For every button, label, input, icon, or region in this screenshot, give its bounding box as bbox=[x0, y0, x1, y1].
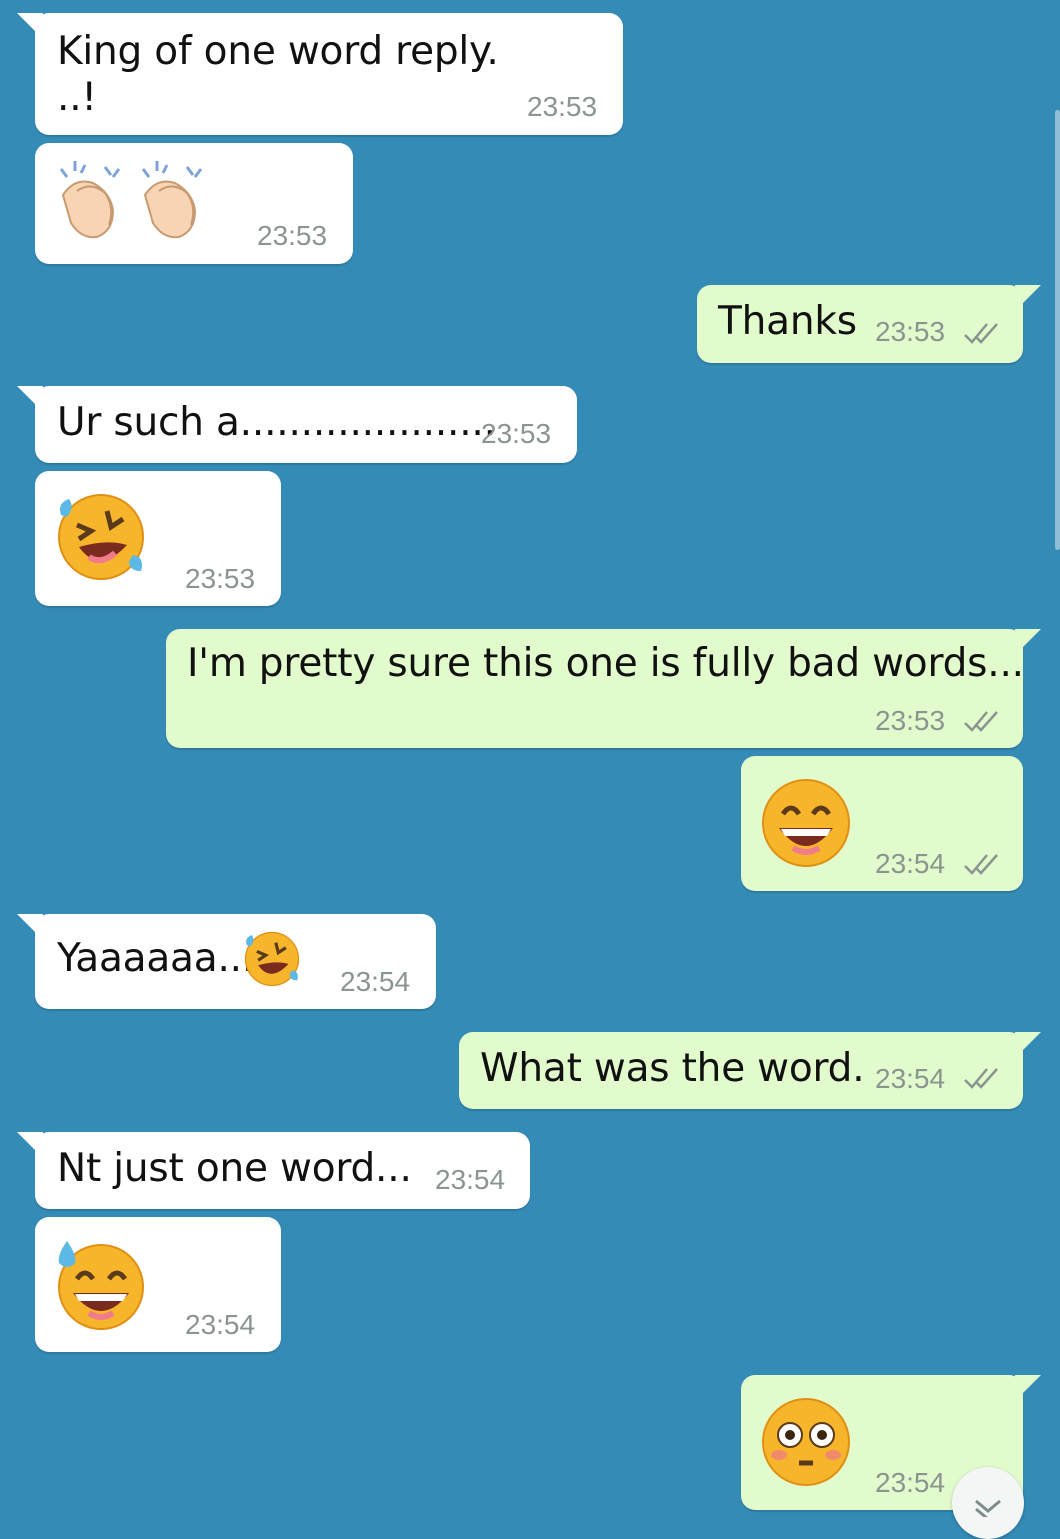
double-check-icon bbox=[964, 711, 998, 732]
sweat-smile-icon bbox=[58, 1241, 144, 1330]
message-bubble-incoming[interactable]: Nt just one word... 23:54 bbox=[17, 1132, 530, 1209]
bubble-tail bbox=[17, 1132, 43, 1158]
message-text: I'm pretty sure this one is fully bad wo… bbox=[187, 641, 1024, 686]
bubble-tail bbox=[1015, 285, 1041, 311]
message-time: 23:53 bbox=[875, 316, 946, 347]
chevron-down-icon bbox=[975, 1499, 1001, 1517]
double-check-icon bbox=[964, 323, 998, 344]
message-bubble-incoming[interactable]: 23:54 bbox=[35, 1217, 281, 1352]
bubble-tail bbox=[1015, 1375, 1041, 1401]
bubble-tail bbox=[17, 13, 43, 39]
message-bubble-outgoing[interactable]: I'm pretty sure this one is fully bad wo… bbox=[166, 629, 1041, 748]
message-time: 23:54 bbox=[340, 966, 411, 997]
bubble-tail bbox=[17, 386, 43, 412]
rolling-laughing-icon bbox=[58, 494, 144, 580]
bubble-tail bbox=[1015, 1032, 1041, 1058]
grinning-face-icon bbox=[762, 779, 850, 867]
flushed-face-icon bbox=[762, 1398, 850, 1486]
message-time: 23:54 bbox=[435, 1164, 506, 1195]
message-time: 23:53 bbox=[257, 220, 328, 251]
message-bubble-incoming[interactable]: 23:53 bbox=[35, 143, 353, 264]
message-bubble-outgoing[interactable]: 23:54 bbox=[741, 756, 1023, 891]
message-bubble-incoming[interactable]: 23:53 bbox=[35, 471, 281, 606]
message-time: 23:54 bbox=[875, 1467, 946, 1498]
bubble-tail bbox=[17, 914, 43, 940]
message-text: Yaaaaaa... bbox=[57, 936, 255, 981]
message-bubble-incoming[interactable]: Yaaaaaa... 23:54 bbox=[17, 914, 436, 1009]
message-bubble-outgoing[interactable]: Thanks 23:53 bbox=[697, 285, 1041, 363]
message-text: Ur such a..................... bbox=[57, 400, 496, 445]
message-time: 23:53 bbox=[185, 563, 256, 594]
double-check-icon bbox=[964, 1068, 998, 1089]
message-time: 23:53 bbox=[875, 705, 946, 736]
message-text: King of one word reply. bbox=[57, 29, 499, 74]
message-time: 23:53 bbox=[527, 91, 598, 122]
message-time: 23:54 bbox=[185, 1309, 256, 1340]
message-time: 23:54 bbox=[875, 848, 946, 879]
scrollbar[interactable] bbox=[1055, 110, 1060, 550]
message-time: 23:53 bbox=[481, 418, 552, 449]
message-bubble-outgoing[interactable]: What was the word. 23:54 bbox=[459, 1032, 1041, 1109]
double-check-icon bbox=[964, 854, 998, 875]
message-text: What was the word. bbox=[480, 1046, 865, 1091]
scroll-to-bottom-button[interactable] bbox=[952, 1467, 1024, 1539]
rolling-laughing-icon bbox=[244, 931, 300, 987]
message-bubble-incoming[interactable]: King of one word reply. ..! 23:53 bbox=[17, 13, 623, 135]
message-text: Thanks bbox=[718, 299, 857, 344]
message-bubble-incoming[interactable]: Ur such a..................... 23:53 bbox=[17, 386, 577, 463]
clapping-hands-icon bbox=[59, 161, 203, 239]
message-text: ..! bbox=[57, 75, 97, 120]
message-text: Nt just one word... bbox=[57, 1146, 412, 1191]
message-time: 23:54 bbox=[875, 1063, 946, 1094]
